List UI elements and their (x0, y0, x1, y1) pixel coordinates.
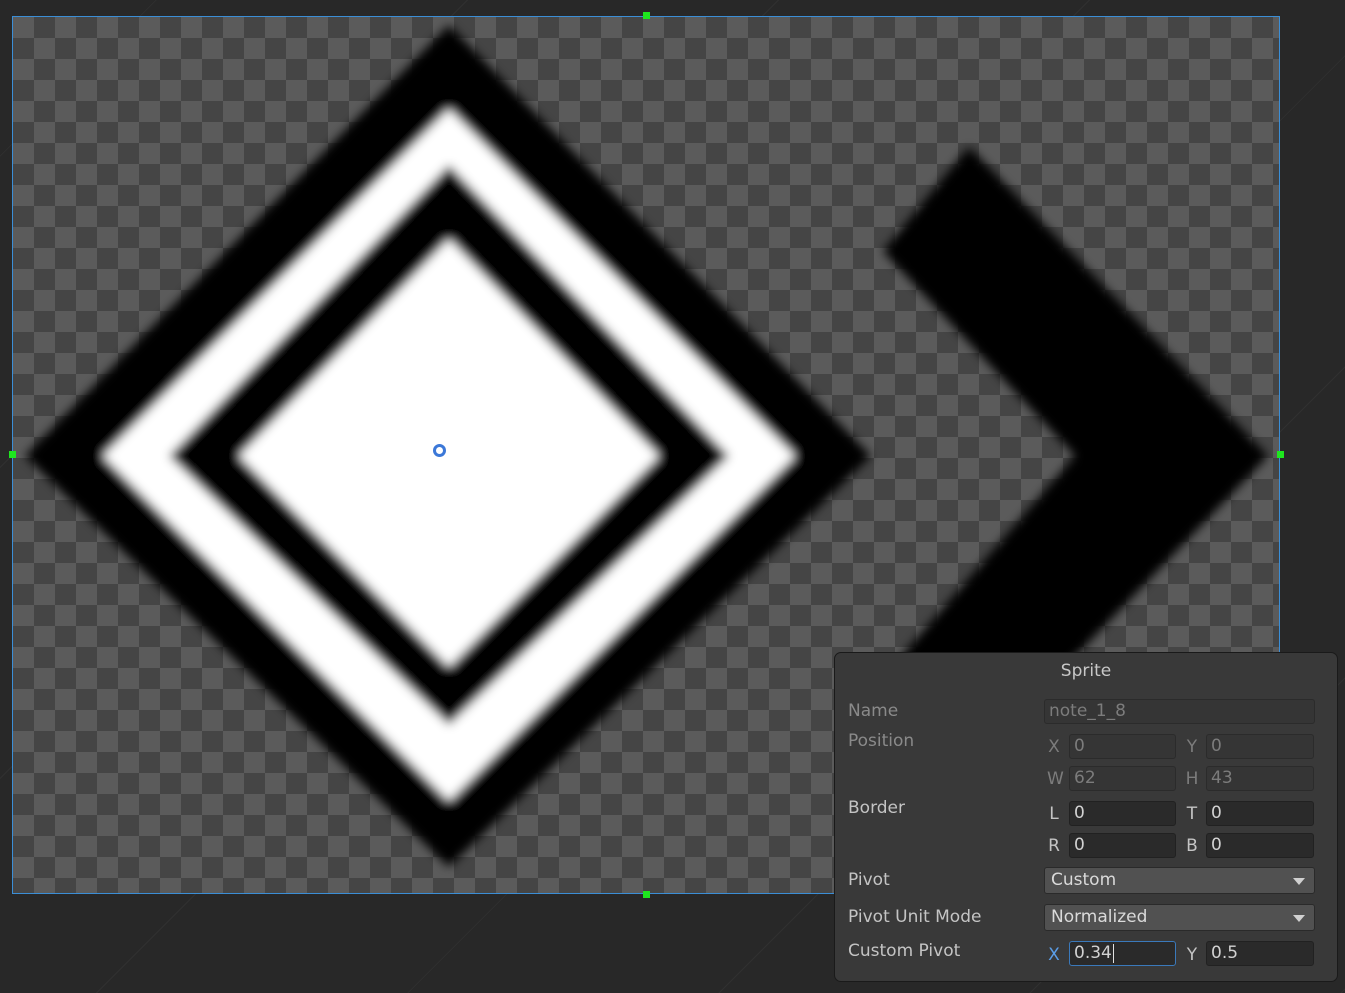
position-y-field: 0 (1206, 734, 1314, 759)
chevron-down-icon (1293, 915, 1305, 922)
handle-top[interactable] (643, 12, 650, 19)
custom-pivot-x-label: X (1048, 945, 1060, 965)
custom-pivot-y-label: Y (1186, 945, 1198, 965)
custom-pivot-y-field[interactable]: 0.5 (1206, 941, 1314, 966)
border-t-label: T (1186, 804, 1198, 824)
name-field: note_1_8 (1044, 699, 1315, 724)
border-b-field[interactable]: 0 (1206, 833, 1314, 858)
pivot-dropdown-value: Custom (1051, 870, 1117, 890)
pivot-circle-icon[interactable] (433, 444, 446, 457)
panel-title: Sprite (1060, 661, 1112, 681)
pivot-dropdown[interactable]: Custom (1044, 867, 1315, 894)
sprite-editor-viewport: Sprite Name note_1_8 Position X 0 Y 0 W … (0, 0, 1345, 993)
handle-bottom[interactable] (643, 891, 650, 898)
position-x-field: 0 (1069, 734, 1176, 759)
pivot-unit-mode-dropdown[interactable]: Normalized (1044, 904, 1315, 931)
name-label: Name (848, 701, 899, 721)
text-caret (1112, 943, 1114, 963)
pivot-unit-mode-value: Normalized (1051, 907, 1148, 927)
pivot-unit-mode-label: Pivot Unit Mode (848, 907, 982, 927)
custom-pivot-x-value: 0.34 (1074, 943, 1112, 963)
position-label: Position (848, 731, 915, 751)
position-w-field: 62 (1069, 766, 1176, 791)
border-b-label: B (1186, 836, 1198, 856)
border-l-field[interactable]: 0 (1069, 801, 1176, 826)
border-t-field[interactable]: 0 (1206, 801, 1314, 826)
custom-pivot-label: Custom Pivot (848, 941, 961, 961)
border-l-label: L (1049, 804, 1059, 824)
sprite-inspector-panel: Sprite Name note_1_8 Position X 0 Y 0 W … (834, 652, 1338, 982)
pivot-label: Pivot (848, 870, 890, 890)
border-r-field[interactable]: 0 (1069, 833, 1176, 858)
position-w-label: W (1047, 769, 1064, 789)
handle-right[interactable] (1277, 451, 1284, 458)
position-h-label: H (1185, 769, 1199, 789)
border-r-label: R (1048, 836, 1060, 856)
custom-pivot-x-field[interactable]: 0.34 (1069, 941, 1176, 966)
chevron-down-icon (1293, 878, 1305, 885)
position-x-label: X (1048, 737, 1060, 757)
position-y-label: Y (1186, 737, 1198, 757)
handle-left[interactable] (9, 451, 16, 458)
position-h-field: 43 (1206, 766, 1314, 791)
border-label: Border (848, 798, 905, 818)
